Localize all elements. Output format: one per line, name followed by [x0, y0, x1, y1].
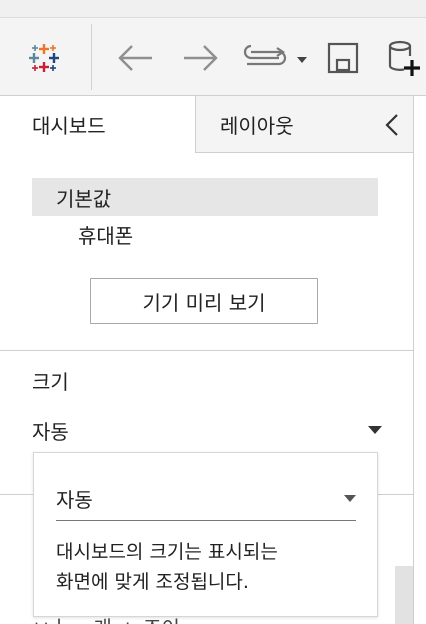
size-select[interactable]: 자동 — [32, 410, 382, 450]
section-divider — [0, 350, 414, 351]
window-top-strip — [0, 0, 426, 18]
tableau-logo-icon[interactable] — [24, 38, 64, 78]
side-panel-tabs: 대시보드 레이아웃 — [0, 96, 414, 153]
size-mode-select[interactable]: 자동 — [56, 477, 356, 521]
clipped-text: ㅂㅏ ㅡ개 ㅅ 조이 — [32, 612, 180, 624]
size-label: 크기 — [32, 370, 69, 394]
size-select-value: 자동 — [32, 419, 69, 444]
tab-layout-label: 레이아웃 — [220, 113, 294, 138]
replay-icon[interactable] — [236, 38, 312, 78]
device-default-label: 기본값 — [56, 186, 112, 211]
device-item-phone[interactable]: 휴대폰 — [32, 216, 378, 252]
chevron-down-icon — [344, 495, 356, 502]
description-line-1: 대시보드의 크기는 표시되는 — [56, 541, 278, 563]
panel-right-border — [413, 96, 414, 624]
tab-dashboard[interactable]: 대시보드 — [0, 96, 196, 153]
save-icon[interactable] — [322, 38, 364, 78]
size-dropdown-panel: 자동 대시보드의 크기는 표시되는 화면에 맞게 조정됩니다. — [33, 452, 378, 617]
size-mode-value: 자동 — [56, 488, 93, 512]
toolbar — [0, 18, 426, 96]
scrollbar[interactable] — [395, 566, 413, 624]
device-list: 기본값 휴대폰 — [32, 178, 378, 252]
device-preview-button[interactable]: 기기 미리 보기 — [90, 278, 318, 324]
chevron-down-icon — [368, 426, 382, 434]
back-arrow-icon[interactable] — [114, 38, 158, 78]
chevron-left-icon[interactable] — [370, 96, 414, 153]
add-datasource-icon[interactable] — [386, 38, 426, 78]
size-mode-description: 대시보드의 크기는 표시되는 화면에 맞게 조정됩니다. — [56, 537, 361, 597]
description-line-2: 화면에 맞게 조정됩니다. — [56, 571, 249, 593]
device-item-default[interactable]: 기본값 — [32, 178, 378, 216]
device-phone-label: 휴대폰 — [78, 223, 134, 248]
forward-arrow-icon[interactable] — [178, 38, 222, 78]
toolbar-separator — [91, 24, 92, 90]
tab-dashboard-label: 대시보드 — [32, 114, 106, 138]
